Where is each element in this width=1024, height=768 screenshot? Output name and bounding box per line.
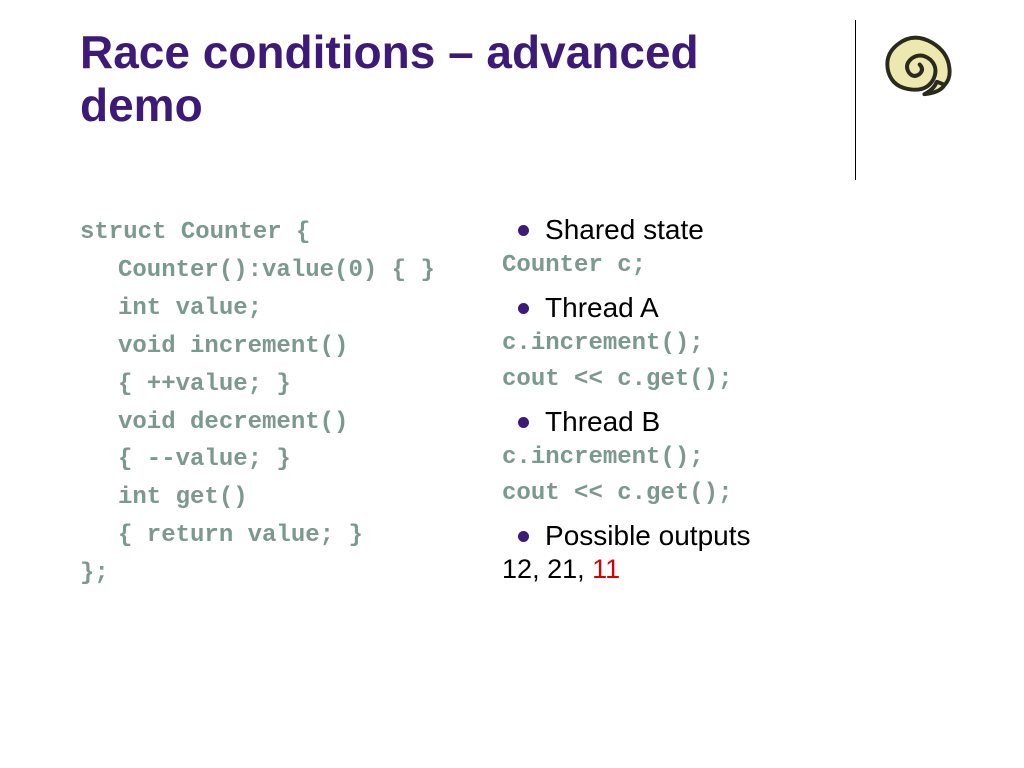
code-thread-b: c.increment(); cout << c.get(); [502,440,929,512]
code-column: struct Counter { Counter():value(0) { } … [80,214,482,593]
outputs-normal: 12, 21, [502,554,585,584]
code-line: cout << c.get(); [502,362,929,398]
code-thread-a: c.increment(); cout << c.get(); [502,326,929,398]
code-line: c.increment(); [502,440,929,476]
slide-title: Race conditions – advanced demo [80,20,831,132]
code-line: struct Counter { [80,214,482,252]
code-line: cout << c.get(); [502,476,929,512]
outputs-text: 12, 21, 11 [502,554,929,585]
code-line: int get() [80,479,482,517]
struct-code: struct Counter { Counter():value(0) { } … [80,214,482,593]
bullet-icon [518,303,529,314]
code-line: int value; [80,290,482,328]
bullet-thread-b: Thread B [502,406,929,438]
bullet-shared-state: Shared state [502,214,929,246]
content-columns: struct Counter { Counter():value(0) { } … [80,214,954,593]
bullet-label: Thread A [545,292,659,324]
code-line: Counter():value(0) { } [80,252,482,290]
bullets-column: Shared state Counter c; Thread A c.incre… [492,214,929,593]
bullet-possible-outputs: Possible outputs [502,520,929,552]
snail-icon [876,24,954,102]
code-line: void decrement() [80,404,482,442]
bullet-icon [518,417,529,428]
code-line: { ++value; } [80,366,482,404]
outputs-highlight: 11 [592,554,620,584]
bullet-label: Possible outputs [545,520,750,552]
code-shared-state: Counter c; [502,248,929,284]
title-divider [855,20,856,180]
code-line: { return value; } [80,517,482,555]
code-line: { --value; } [80,441,482,479]
code-line: void increment() [80,328,482,366]
header: Race conditions – advanced demo [80,20,954,180]
code-line: }; [80,555,482,593]
bullet-label: Shared state [545,214,704,246]
bullet-label: Thread B [545,406,660,438]
code-line: c.increment(); [502,326,929,362]
bullet-thread-a: Thread A [502,292,929,324]
bullet-icon [518,531,529,542]
slide: Race conditions – advanced demo struct C… [0,0,1024,613]
bullet-icon [518,225,529,236]
